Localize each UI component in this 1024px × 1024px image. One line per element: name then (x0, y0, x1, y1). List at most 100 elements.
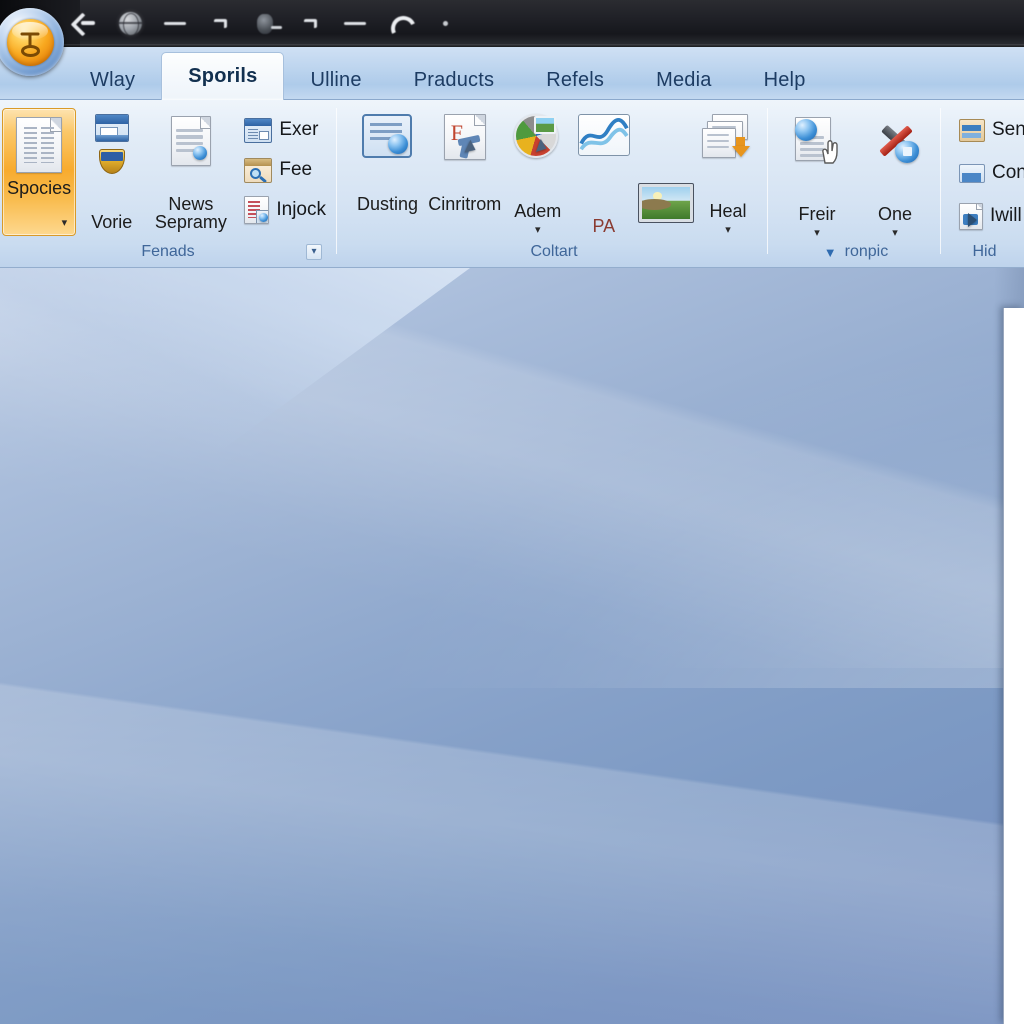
ribbon: Spocies ▾ Vorie News Sepramy Exer Fee In… (0, 100, 1024, 268)
one-button[interactable]: One ▾ (856, 111, 934, 239)
adem-button[interactable]: Adem ▾ (506, 108, 570, 236)
group-coltart-label: Coltart (530, 243, 578, 260)
document-page[interactable] (1003, 308, 1024, 1024)
con-label: Con (992, 162, 1024, 183)
group-coltart-label-row: Coltart (341, 239, 767, 265)
spocies-button[interactable]: Spocies ▾ (2, 108, 77, 236)
vorie-label: Vorie (91, 212, 133, 233)
photo-gallery-item[interactable] (638, 108, 695, 236)
tick2-icon[interactable] (293, 7, 327, 41)
spocies-label: Spocies (7, 178, 72, 198)
desktop-swoosh-band (0, 268, 1024, 668)
clipboard-search-icon (244, 196, 270, 224)
tab-refels[interactable]: Refels (520, 60, 630, 100)
tab-praducts[interactable]: Praducts (388, 60, 521, 100)
heal-caret-icon[interactable]: ▾ (725, 223, 731, 236)
tools-shield-icon (869, 117, 921, 165)
freir-caret-icon[interactable]: ▾ (814, 226, 820, 239)
sen-button[interactable]: Sen (955, 113, 1024, 147)
dot-icon[interactable] (428, 7, 462, 41)
group-hid-label: Hid (972, 243, 997, 260)
injock-label: Injock (276, 199, 326, 220)
group-fenads-label: Fenads (141, 243, 195, 260)
iwill-label: Iwill (990, 205, 1022, 226)
group-fenads-label-row: Fenads ▾ (0, 239, 336, 265)
fee-label: Fee (279, 159, 313, 180)
iwill-button[interactable]: Iwill (955, 199, 1024, 233)
office-orb-inner (6, 18, 54, 66)
tab-help[interactable]: Help (738, 60, 832, 100)
blue-window-icon (94, 114, 129, 142)
group-hid-label-row: Hid (945, 239, 1024, 265)
photo-thumbnail[interactable] (638, 183, 695, 223)
fenads-small-buttons: Exer Fee Injock (240, 108, 330, 227)
group-ronpic-body: Freir ▾ One ▾ (772, 103, 940, 239)
tab-wlay[interactable]: Wlay (64, 60, 161, 100)
tick-icon[interactable] (203, 7, 237, 41)
cinritrom-label: Cinritrom (428, 194, 502, 215)
magnifier-window-icon (244, 157, 273, 183)
cinritrom-button[interactable]: F Cinritrom (424, 108, 506, 236)
pie-chart-icon (513, 114, 562, 160)
tab-ulline[interactable]: Ulline (284, 60, 387, 100)
pa-button[interactable]: PA (570, 108, 638, 236)
news-sepramy-label: News Sepramy (154, 193, 227, 233)
heal-label: Heal (709, 201, 747, 222)
one-caret-icon[interactable]: ▾ (892, 226, 898, 239)
news-sepramy-button[interactable]: News Sepramy (147, 108, 234, 236)
adem-caret-icon[interactable]: ▾ (535, 223, 541, 236)
tab-sporils[interactable]: Sporils (161, 52, 285, 100)
gold-shield-icon (98, 149, 125, 174)
tab-media[interactable]: Media (630, 60, 737, 100)
group-separator-1 (336, 108, 337, 254)
wave-chart-icon (577, 114, 630, 156)
signed-doc-hand-icon (791, 117, 843, 165)
document-blue-dot-icon (170, 116, 211, 166)
globe-icon[interactable] (113, 7, 147, 41)
group-separator-3 (940, 108, 941, 254)
send-tray-icon (959, 118, 985, 142)
blob-icon[interactable] (248, 7, 282, 41)
desktop-light-wedge (0, 268, 470, 608)
group-ronpic-label-row: ▼ ronpic (772, 239, 940, 265)
dusting-label: Dusting (356, 194, 418, 215)
freir-button[interactable]: Freir ▾ (778, 111, 856, 239)
ribbon-tabs: Wlay Sporils Ulline Praducts Refels Medi… (64, 47, 832, 100)
ribbon-group-fenads: Spocies ▾ Vorie News Sepramy Exer Fee In… (0, 103, 336, 265)
heal-button[interactable]: Heal ▾ (695, 108, 761, 236)
injock-button[interactable]: Injock (240, 193, 330, 227)
fee-button[interactable]: Fee (240, 153, 330, 187)
one-label: One (877, 204, 913, 225)
con-button[interactable]: Con (955, 156, 1024, 190)
spocies-caret-icon[interactable]: ▾ (62, 216, 68, 229)
group-ronpic-label: ronpic (844, 243, 889, 260)
pa-label: PA (592, 216, 616, 237)
ribbon-tab-strip: Wlay Sporils Ulline Praducts Refels Medi… (0, 47, 1024, 100)
adem-label: Adem (514, 201, 562, 222)
blue-folder-icon (959, 162, 985, 185)
dusting-button[interactable]: Dusting (351, 108, 424, 236)
fenads-dialog-launcher[interactable]: ▾ (306, 244, 322, 260)
ribbon-group-ronpic: Freir ▾ One ▾ ▼ ronpic (772, 103, 940, 265)
vorie-button[interactable]: Vorie (76, 108, 147, 236)
dash-icon[interactable] (158, 7, 192, 41)
document-grid-icon (16, 117, 63, 173)
blue-window-icon (244, 117, 273, 143)
freir-label: Freir (798, 204, 836, 225)
back-icon[interactable] (68, 7, 102, 41)
ronpic-caret-icon[interactable]: ▼ (824, 245, 837, 260)
office-logo-icon (20, 32, 40, 57)
stack-download-icon (701, 114, 754, 160)
group-coltart-body: Dusting F Cinritrom Adem ▾ PA Heal ▾ (341, 103, 767, 239)
undo-icon[interactable] (383, 7, 417, 41)
quick-access-toolbar[interactable] (68, 0, 462, 47)
ribbon-group-hid: Sen Con Iwill Hid (945, 103, 1024, 265)
group-hid-body: Sen Con Iwill (945, 103, 1024, 239)
sen-label: Sen (992, 119, 1024, 140)
group-separator-2 (767, 108, 768, 254)
desktop-swoosh-highlight (0, 248, 1024, 688)
dash2-icon[interactable] (338, 7, 372, 41)
ribbon-group-coltart: Dusting F Cinritrom Adem ▾ PA Heal ▾ Col… (341, 103, 767, 265)
export-doc-icon (959, 202, 983, 230)
exer-button[interactable]: Exer (240, 113, 330, 147)
